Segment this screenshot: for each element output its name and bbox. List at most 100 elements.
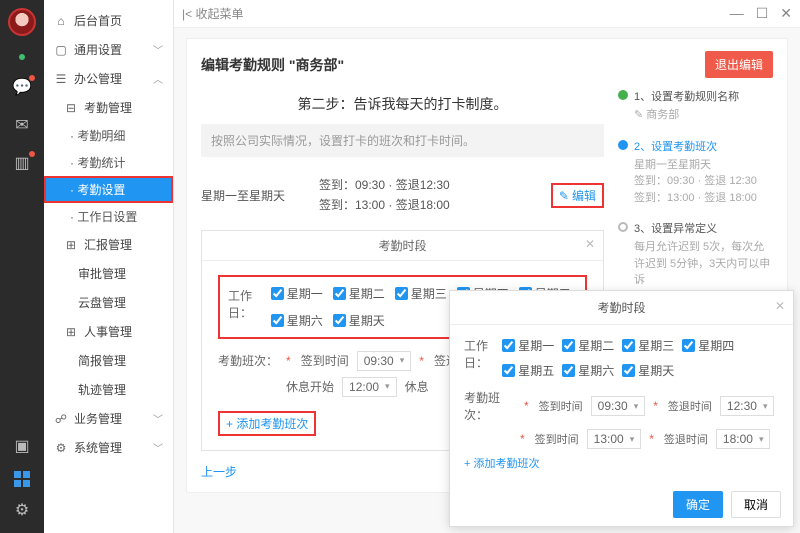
shift-label: 考勤班次： [464,389,516,423]
ck-sun[interactable]: 星期天 [333,312,385,329]
expand-icon: ⊟ [64,101,78,115]
plus-icon: ⊞ [64,325,78,339]
gear-icon: ⚙ [54,441,68,455]
sidebar: ⌂后台首页 ▢通用设置﹀ ☰办公管理︿ ⊟考勤管理 · 考勤明细 · 考勤统计 … [44,0,174,533]
modal-header: 考勤时段✕ [450,291,793,325]
ck-tue[interactable]: 星期二 [333,285,385,302]
hint-text: 按照公司实际情况，设置打卡的班次和打卡时间。 [201,124,604,157]
sidebar-track[interactable]: 轨迹管理 [44,375,173,404]
stats-icon[interactable]: ▥ [12,154,32,174]
home-icon: ⌂ [54,14,68,28]
sidebar-group-office[interactable]: ☰ 办公管理 ︿ [44,64,173,93]
step-1[interactable]: 1、设置考勤规则名称✎ 商务部 [618,88,773,124]
titlebar: |< 收起菜单 — ☐ ✕ [174,0,800,28]
label: 业务管理 [74,410,122,427]
signin-label: 签到时间 [301,352,349,369]
m-signin-1[interactable]: 09:30▾ [591,396,646,416]
m-ck-sat[interactable]: 星期六 [562,362,614,379]
sidebar-group-biz[interactable]: ☍ 业务管理 ﹀ [44,404,173,433]
monitor-icon: ▢ [54,43,68,57]
close-icon[interactable]: ✕ [775,299,785,313]
modal-cancel-button[interactable]: 取消 [731,491,781,518]
modal-add-shift[interactable]: + 添加考勤班次 [464,458,539,470]
shift-label: 考勤班次： [218,352,278,369]
left-rail: 💬 ✉ ▥ ▣ ⚙ [0,0,44,533]
m-ck-thu[interactable]: 星期四 [682,337,734,354]
m-signout-1[interactable]: 12:30▾ [720,396,775,416]
ck-mon[interactable]: 星期一 [271,285,323,302]
label: 考勤管理 [84,99,132,116]
chevron-down-icon: ﹀ [153,411,163,426]
modal-workday-checks: 星期一 星期二 星期三 星期四 星期五 星期六 星期天 [502,337,779,379]
sidebar-sub-detail[interactable]: · 考勤明细 [44,122,173,149]
m-ck-sun[interactable]: 星期天 [622,362,674,379]
label: 审批管理 [78,265,126,282]
sidebar-sub-workday[interactable]: · 工作日设置 [44,203,173,230]
signout-label: 签退时间 [668,398,712,414]
apps-icon[interactable] [14,471,30,487]
m-ck-wed[interactable]: 星期三 [622,337,674,354]
ck-wed[interactable]: 星期三 [395,285,447,302]
signin-label: 签到时间 [535,431,579,447]
m-ck-fri[interactable]: 星期五 [502,362,554,379]
m-ck-mon[interactable]: 星期一 [502,337,554,354]
avatar[interactable] [8,8,36,36]
chevron-down-icon: ﹀ [153,440,163,455]
ck-sat[interactable]: 星期六 [271,312,323,329]
label: 人事管理 [84,323,132,340]
step-title: 第二步：告诉我每天的打卡制度。 [201,94,604,114]
sidebar-home[interactable]: ⌂ 后台首页 [44,6,173,35]
list-icon: ☰ [54,72,68,86]
sidebar-group-general[interactable]: ▢ 通用设置 ﹀ [44,35,173,64]
signout-label: 签退时间 [664,431,708,447]
label: 汇报管理 [84,236,132,253]
m-signin-2[interactable]: 13:00▾ [587,429,642,449]
sidebar-sub-settings[interactable]: · 考勤设置 [44,176,173,203]
edit-link[interactable]: ✎编辑 [551,183,604,208]
window-min-icon[interactable]: — [730,5,744,22]
times-text: 签到：09:30 · 签退12:30 签到：13:00 · 签退18:00 [319,175,533,216]
workdays-label: 工作日： [228,285,263,321]
label: 云盘管理 [78,294,126,311]
workdays-label: 工作日： [464,337,496,379]
sidebar-cloud[interactable]: 云盘管理 [44,288,173,317]
sidebar-brief[interactable]: 简报管理 [44,346,173,375]
chevron-down-icon: ▾ [385,381,390,392]
sidebar-group-system[interactable]: ⚙ 系统管理 ﹀ [44,433,173,462]
chevron-up-icon: ︿ [153,71,163,86]
sidebar-hr[interactable]: ⊞ 人事管理 [44,317,173,346]
step-2[interactable]: 2、设置考勤班次星期一至星期天 签到：09:30 · 签退 12:30 签到：1… [618,138,773,207]
label: 系统管理 [74,439,122,456]
plus-icon: ⊞ [64,238,78,252]
chat-icon[interactable]: 💬 [12,78,32,98]
label: 办公管理 [74,70,122,87]
rest-time[interactable]: 12:00▾ [342,377,397,397]
sidebar-report[interactable]: ⊞ 汇报管理 [44,230,173,259]
sidebar-approval[interactable]: 审批管理 [44,259,173,288]
signin-time[interactable]: 09:30▾ [357,351,412,371]
modal-ok-button[interactable]: 确定 [673,491,723,518]
close-icon[interactable]: ✕ [585,237,595,251]
sidebar-sub-stats[interactable]: · 考勤统计 [44,149,173,176]
biz-icon: ☍ [54,412,68,426]
sidebar-attendance[interactable]: ⊟ 考勤管理 [44,93,173,122]
chevron-down-icon: ﹀ [153,42,163,57]
user-icon[interactable]: ▣ [12,437,32,457]
label: 通用设置 [74,41,122,58]
prev-step-link[interactable]: 上一步 [201,463,237,480]
add-shift-link[interactable]: + 添加考勤班次 [218,411,316,436]
sidebar-home-label: 后台首页 [74,12,122,29]
rest-end-label: 休息 [405,378,429,395]
panel-title: 编辑考勤规则 "商务部" [201,55,344,75]
rest-label: 休息开始 [286,378,334,395]
gear-icon[interactable]: ⚙ [12,501,32,521]
exit-edit-button[interactable]: 退出编辑 [705,51,773,78]
label: 简报管理 [78,352,126,369]
m-ck-tue[interactable]: 星期二 [562,337,614,354]
m-signout-2[interactable]: 18:00▾ [716,429,771,449]
window-close-icon[interactable]: ✕ [780,5,792,22]
mail-icon[interactable]: ✉ [12,116,32,136]
status-dot [19,54,25,60]
window-max-icon[interactable]: ☐ [756,5,769,22]
collapse-menu[interactable]: |< 收起菜单 [182,5,243,22]
